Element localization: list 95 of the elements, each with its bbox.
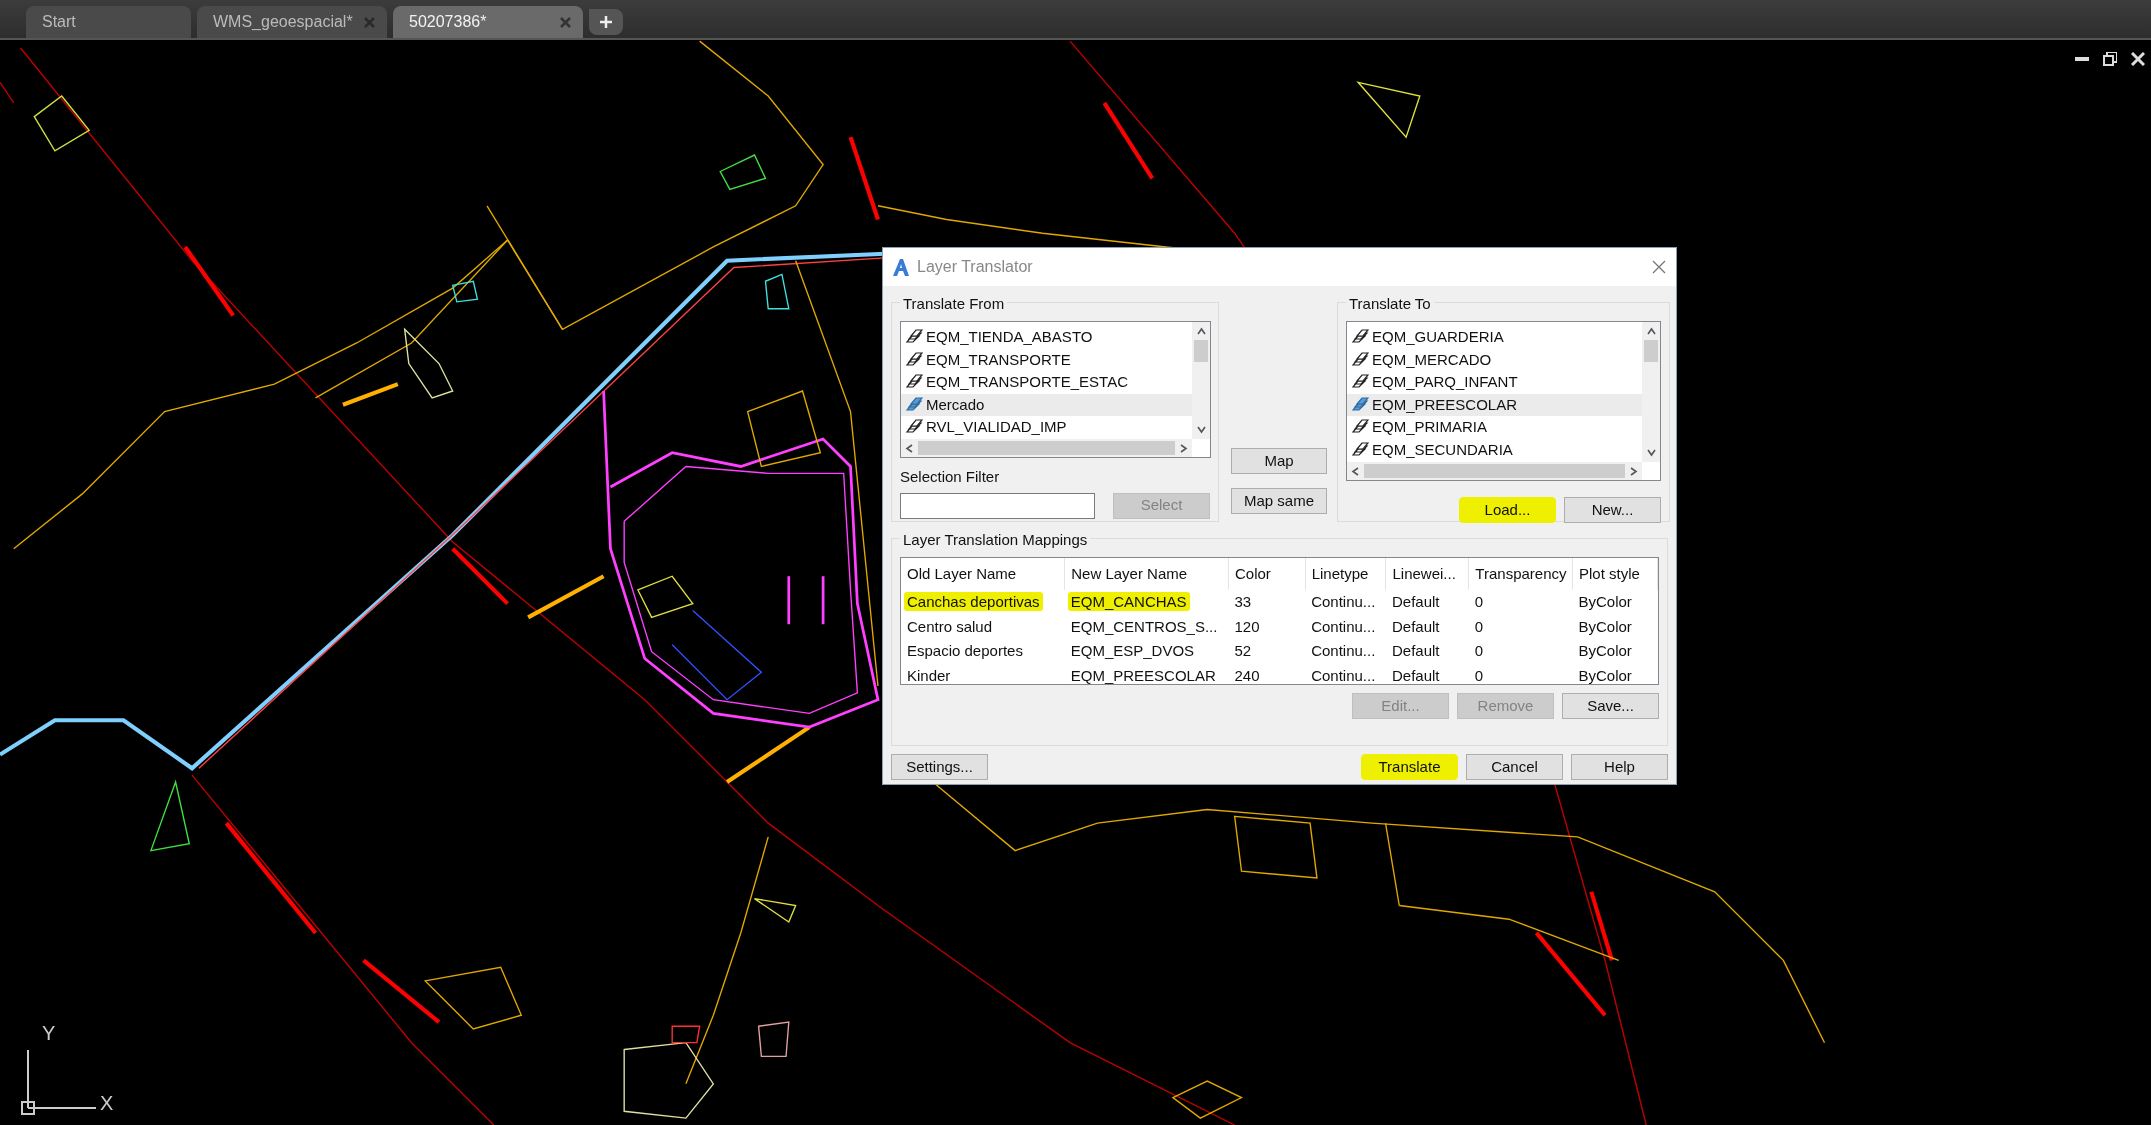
list-item[interactable]: EQM_MERCADO — [1347, 348, 1642, 371]
button[interactable]: Help — [1571, 754, 1668, 780]
layers-icon — [905, 351, 923, 368]
table-cell: EQM_CENTROS_S... — [1070, 617, 1218, 635]
scroll-down-icon[interactable] — [1196, 425, 1206, 434]
table-cell: Kinder — [907, 666, 951, 684]
document-tab[interactable]: Start — [26, 6, 191, 38]
table-cell: EQM_PREESCOLAR — [1070, 666, 1216, 684]
table-cell: Continu... — [1311, 666, 1376, 684]
document-tab[interactable]: WMS_geoespacial* — [197, 6, 387, 38]
scroll-up-icon[interactable] — [1646, 327, 1656, 336]
column-header[interactable]: New Layer Name — [1064, 558, 1229, 590]
scroll-down-icon[interactable] — [1646, 448, 1656, 457]
button[interactable]: Translate — [1361, 754, 1458, 780]
button[interactable]: Settings... — [891, 754, 988, 780]
add-tab-icon[interactable] — [599, 15, 613, 29]
list-item[interactable]: EQM_TRANSPORTE_ESTAC — [901, 371, 1192, 394]
axis-label: X — [100, 1092, 114, 1114]
document-tab[interactable]: 50207386* — [393, 6, 583, 38]
list-item[interactable]: EQM_GUARDERIA — [1347, 326, 1642, 349]
scroll-up-icon[interactable] — [1196, 327, 1206, 336]
layers-icon — [1351, 441, 1369, 458]
scroll-thumb[interactable] — [1194, 340, 1208, 362]
table-cell: Canchas deportivas — [904, 592, 1043, 611]
scroll-thumb[interactable] — [1644, 340, 1658, 362]
list-item[interactable]: RVL_VIALIDAD_IMP — [901, 416, 1192, 439]
table-cell: ByColor — [1578, 642, 1632, 659]
filter-input-field[interactable] — [900, 492, 1095, 519]
list-item[interactable]: EQM_TIENDA_ABASTO — [901, 326, 1192, 349]
table-cell: ByColor — [1578, 617, 1632, 635]
table-cell: EQM_CANCHAS — [1067, 592, 1190, 611]
button[interactable]: New... — [1564, 497, 1661, 523]
layers-icon — [1351, 329, 1369, 346]
list-item[interactable]: EQM_SECUNDARIA — [1347, 438, 1642, 461]
table-cell: 0 — [1474, 666, 1484, 684]
layers-icon — [1351, 396, 1369, 413]
table-cell: Continu... — [1311, 642, 1376, 659]
table-cell: 33 — [1234, 593, 1252, 610]
button[interactable]: Load... — [1459, 497, 1556, 523]
scroll-right-icon[interactable] — [1629, 466, 1638, 476]
vertical-scrollbar[interactable] — [1642, 322, 1660, 462]
vertical-scrollbar[interactable] — [1192, 322, 1210, 439]
ucs-axes-icon — [21, 1049, 97, 1115]
list-item[interactable]: EQM_PARQ_INFANT — [1347, 371, 1642, 394]
column-header[interactable]: Linetype — [1305, 558, 1386, 590]
layers-icon — [1351, 374, 1369, 391]
scroll-left-icon[interactable] — [1351, 466, 1360, 476]
table-cell: Default — [1391, 593, 1440, 610]
scroll-thumb[interactable] — [1364, 464, 1625, 478]
table-cell: 0 — [1474, 617, 1484, 635]
button[interactable]: Cancel — [1466, 754, 1563, 780]
table-cell: 0 — [1474, 593, 1484, 610]
table-cell: ByColor — [1578, 593, 1632, 610]
table-cell: 0 — [1474, 642, 1484, 659]
table-cell: Continu... — [1311, 617, 1376, 635]
table-cell: Centro salud — [907, 617, 993, 635]
layers-icon — [905, 374, 923, 391]
table-cell: Espacio deportes — [907, 642, 1023, 659]
app-logo-icon — [893, 258, 909, 276]
scroll-left-icon[interactable] — [905, 443, 914, 453]
minimize-icon[interactable] — [2075, 56, 2089, 62]
column-header[interactable]: Old Layer Name — [901, 558, 1065, 590]
list-item[interactable]: Mercado — [901, 393, 1192, 416]
layers-icon — [905, 396, 923, 413]
button[interactable]: Map same — [1231, 488, 1327, 514]
table-cell: EQM_ESP_DVOS — [1070, 642, 1195, 659]
field-label: Selection Filter — [900, 467, 1001, 487]
horizontal-scrollbar[interactable] — [1347, 462, 1642, 480]
table-cell: 240 — [1234, 666, 1260, 684]
dialog-title: Layer Translator — [917, 257, 1033, 277]
table-cell: Default — [1391, 642, 1440, 659]
column-header[interactable]: Plot style — [1572, 558, 1658, 590]
table-cell: Continu... — [1311, 593, 1376, 610]
layers-icon — [905, 419, 923, 436]
horizontal-scrollbar[interactable] — [901, 439, 1192, 457]
list-item[interactable]: EQM_PRIMARIA — [1347, 416, 1642, 439]
column-header[interactable]: Transparency — [1468, 558, 1573, 590]
list-item[interactable]: EQM_TRANSPORTE — [901, 348, 1192, 371]
column-header[interactable]: Color — [1228, 558, 1306, 590]
button[interactable]: Save... — [1562, 693, 1659, 719]
layers-icon — [1351, 351, 1369, 368]
table-cell: Default — [1391, 617, 1440, 635]
table-cell: ByColor — [1578, 666, 1632, 684]
button[interactable]: Map — [1231, 448, 1327, 474]
axis-label: Y — [42, 1022, 56, 1044]
table-cell: Default — [1391, 666, 1440, 684]
table-cell: 120 — [1234, 617, 1260, 635]
list-item[interactable]: EQM_PREESCOLAR — [1347, 393, 1642, 416]
scroll-right-icon[interactable] — [1179, 443, 1188, 453]
restore-icon[interactable] — [2103, 52, 2117, 66]
column-header[interactable]: Linewei... — [1385, 558, 1469, 590]
table-cell: 52 — [1234, 642, 1252, 659]
layers-icon — [905, 329, 923, 346]
scroll-thumb[interactable] — [918, 441, 1175, 455]
layers-icon — [1351, 419, 1369, 436]
